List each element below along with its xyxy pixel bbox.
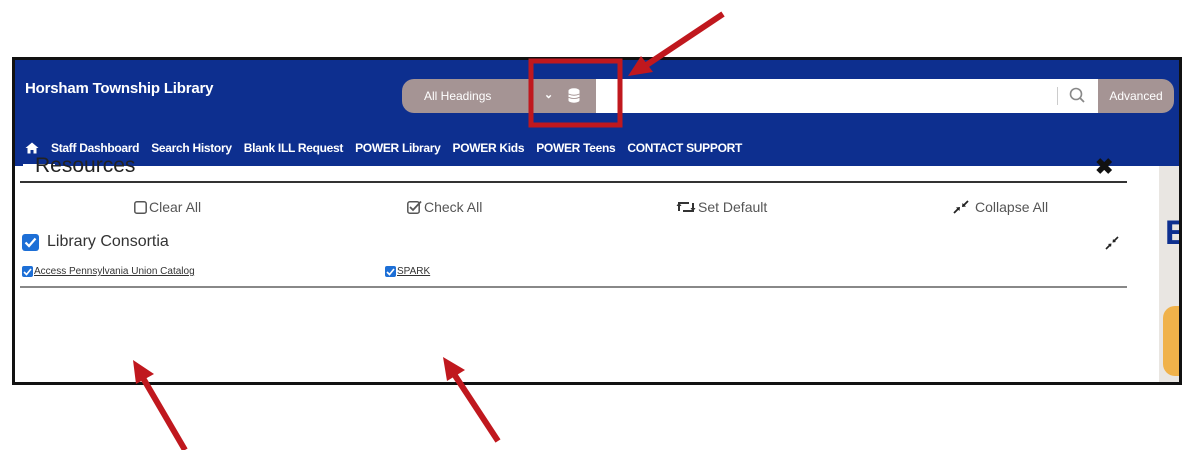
highlight-box — [528, 58, 623, 128]
annotation-arrow-top — [628, 11, 725, 76]
annotation-overlay — [133, 11, 725, 450]
annotation-arrow-right — [443, 357, 501, 443]
annotation-arrow-left — [133, 360, 188, 450]
